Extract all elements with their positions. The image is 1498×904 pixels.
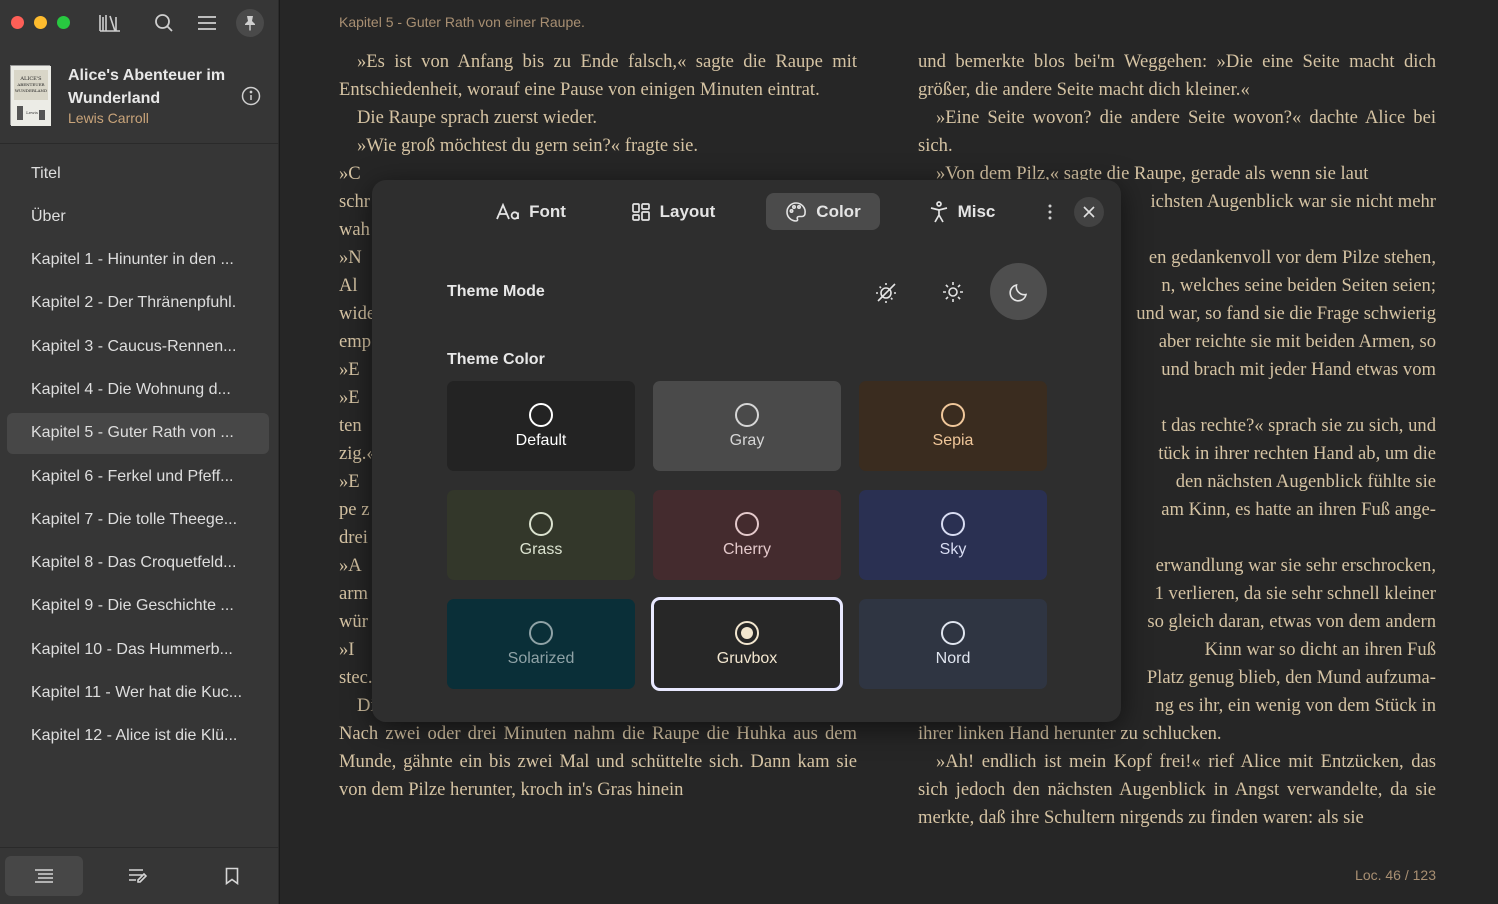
book-title: Alice's Abenteuer im Wunderland — [68, 67, 226, 107]
layout-icon — [631, 202, 651, 222]
toc-item[interactable]: Kapitel 2 - Der Thränenpfuhl. — [7, 283, 269, 324]
swatch-label: Nord — [935, 649, 971, 667]
theme-swatch-sky[interactable]: Sky — [859, 490, 1047, 580]
text-paragraph: »Wie groß möchtest du gern sein?« fragte… — [357, 135, 699, 156]
auto-theme-mode-button[interactable] — [858, 263, 915, 320]
tab-label: Misc — [957, 201, 996, 221]
book-author: Lewis Carroll — [68, 110, 149, 126]
sun-icon — [942, 281, 964, 303]
zoom-window-button[interactable] — [57, 16, 70, 29]
swatch-label: Default — [515, 431, 567, 449]
swatch-label: Sky — [939, 540, 967, 558]
radio-unchecked-icon — [529, 511, 553, 536]
swatch-label: Grass — [519, 540, 563, 558]
toc-item[interactable]: Kapitel 1 - Hinunter in den ... — [7, 240, 269, 281]
bookmarks-view-button[interactable] — [193, 856, 271, 896]
tab-label: Font — [529, 201, 566, 221]
moon-mode-button[interactable] — [990, 263, 1047, 320]
radio-unchecked-icon — [941, 402, 965, 427]
svg-text:Lewis: Lewis — [26, 110, 38, 115]
sidebar-bottom-bar — [0, 847, 279, 904]
close-window-button[interactable] — [11, 16, 24, 29]
toc-item[interactable]: Kapitel 4 - Die Wohnung d... — [7, 369, 269, 410]
text-paragraph: »Eine Seite wovon? die andere Seite wovo… — [918, 107, 1436, 156]
swatch-label: Gray — [729, 431, 765, 449]
swatch-label: Gruvbox — [716, 649, 778, 667]
book-cover[interactable]: ALICE'S ABENTEUER WUNDERLAND Lewis — [10, 65, 51, 126]
toc-item[interactable]: Kapitel 5 - Guter Rath von ... — [7, 412, 269, 454]
toc-item[interactable]: Kapitel 3 - Caucus-Rennen... — [7, 326, 269, 367]
theme-swatch-default[interactable]: Default — [447, 381, 635, 471]
tab-layout[interactable]: Layout — [619, 193, 727, 230]
chapter-header: Kapitel 5 - Guter Rath von einer Raupe. — [339, 14, 585, 30]
swatch-label: Sepia — [932, 431, 974, 449]
radio-checked-icon — [735, 620, 759, 645]
text-paragraph: Die Raupe sprach zuerst wieder. — [357, 107, 598, 128]
font-icon — [496, 202, 520, 221]
text-paragraph: »Ah! endlich ist mein Kopf frei!« rief A… — [918, 751, 1436, 828]
toc-view-button[interactable] — [5, 856, 83, 896]
palette-icon — [785, 201, 807, 223]
annotations-view-button[interactable] — [99, 856, 177, 896]
theme-mode-label: Theme Mode — [447, 283, 545, 300]
toc-item[interactable]: Kapitel 8 - Das Croquetfeld... — [7, 543, 269, 584]
tab-font[interactable]: Font — [482, 193, 580, 230]
close-icon — [1083, 206, 1095, 218]
table-of-contents: Titel Über Kapitel 1 - Hinunter in den ...… — [7, 153, 269, 759]
more-options-icon[interactable] — [1038, 200, 1062, 224]
toc-item[interactable]: Kapitel 12 - Alice ist die Klü... — [7, 716, 269, 757]
radio-unchecked-icon — [735, 511, 759, 536]
sidebar: ALICE'S ABENTEUER WUNDERLAND Lewis Alice's … — [0, 0, 279, 904]
radio-unchecked-icon — [941, 620, 965, 645]
theme-swatch-gray[interactable]: Gray — [653, 381, 841, 471]
theme-swatch-cherry[interactable]: Cherry — [653, 490, 841, 580]
swatch-label: Solarized — [507, 649, 575, 667]
text-paragraph: und bemerkte blos bei'm Weggehen: »Die e… — [918, 51, 1436, 100]
svg-text:WUNDERLAND: WUNDERLAND — [15, 88, 47, 93]
radio-unchecked-icon — [941, 511, 965, 536]
location-indicator: Loc. 46 / 123 — [1355, 867, 1436, 883]
sun-mode-button[interactable] — [924, 263, 981, 320]
text-paragraph: »Es ist von Anfang bis zu Ende falsch,« … — [339, 51, 857, 100]
sidebar-divider — [0, 143, 279, 144]
bookmark-icon — [225, 867, 239, 885]
radio-unchecked-icon — [735, 402, 759, 427]
tab-misc[interactable]: Misc — [913, 193, 1011, 230]
pin-icon[interactable] — [236, 9, 264, 37]
theme-color-label: Theme Color — [447, 351, 545, 368]
theme-swatch-sepia[interactable]: Sepia — [859, 381, 1047, 471]
theme-swatch-solarized[interactable]: Solarized — [447, 599, 635, 689]
info-icon[interactable] — [240, 85, 262, 107]
tab-label: Color — [816, 201, 861, 221]
tab-label: Layout — [659, 201, 716, 221]
toc-item[interactable]: Kapitel 7 - Die tolle Theege... — [7, 499, 269, 540]
accessibility-icon — [929, 200, 949, 223]
theme-swatch-grass[interactable]: Grass — [447, 490, 635, 580]
toc-item[interactable]: Kapitel 9 - Die Geschichte ... — [7, 586, 269, 627]
library-icon[interactable] — [97, 11, 123, 35]
moon-icon — [1008, 281, 1030, 303]
radio-unchecked-icon — [529, 620, 553, 645]
list-icon — [35, 869, 53, 883]
theme-swatch-nord[interactable]: Nord — [859, 599, 1047, 689]
toc-item[interactable]: Titel — [7, 153, 269, 194]
tab-color[interactable]: Color — [766, 193, 880, 230]
close-panel-button[interactable] — [1074, 197, 1104, 227]
toc-item[interactable]: Kapitel 10 - Das Hummerb... — [7, 629, 269, 670]
toc-item[interactable]: Kapitel 11 - Wer hat die Kuc... — [7, 673, 269, 714]
swatch-label: Cherry — [722, 540, 771, 558]
toc-item[interactable]: Kapitel 6 - Ferkel und Pfeff... — [7, 456, 269, 497]
radio-unchecked-icon — [529, 402, 553, 427]
auto-theme-icon — [875, 280, 899, 304]
notes-icon — [129, 869, 148, 883]
theme-swatch-gruvbox[interactable]: Gruvbox — [651, 597, 843, 691]
theme-settings-panel: Font Layout Color Misc Theme Mode Theme Col… — [372, 180, 1121, 722]
toc-item[interactable]: Über — [7, 196, 269, 237]
svg-text:ABENTEUER: ABENTEUER — [16, 82, 45, 87]
text-paragraph: ihrer linken Hand herunter zu schlucken. — [918, 723, 1222, 744]
menu-icon[interactable] — [194, 11, 220, 35]
minimize-window-button[interactable] — [34, 16, 47, 29]
search-icon[interactable] — [151, 11, 177, 35]
